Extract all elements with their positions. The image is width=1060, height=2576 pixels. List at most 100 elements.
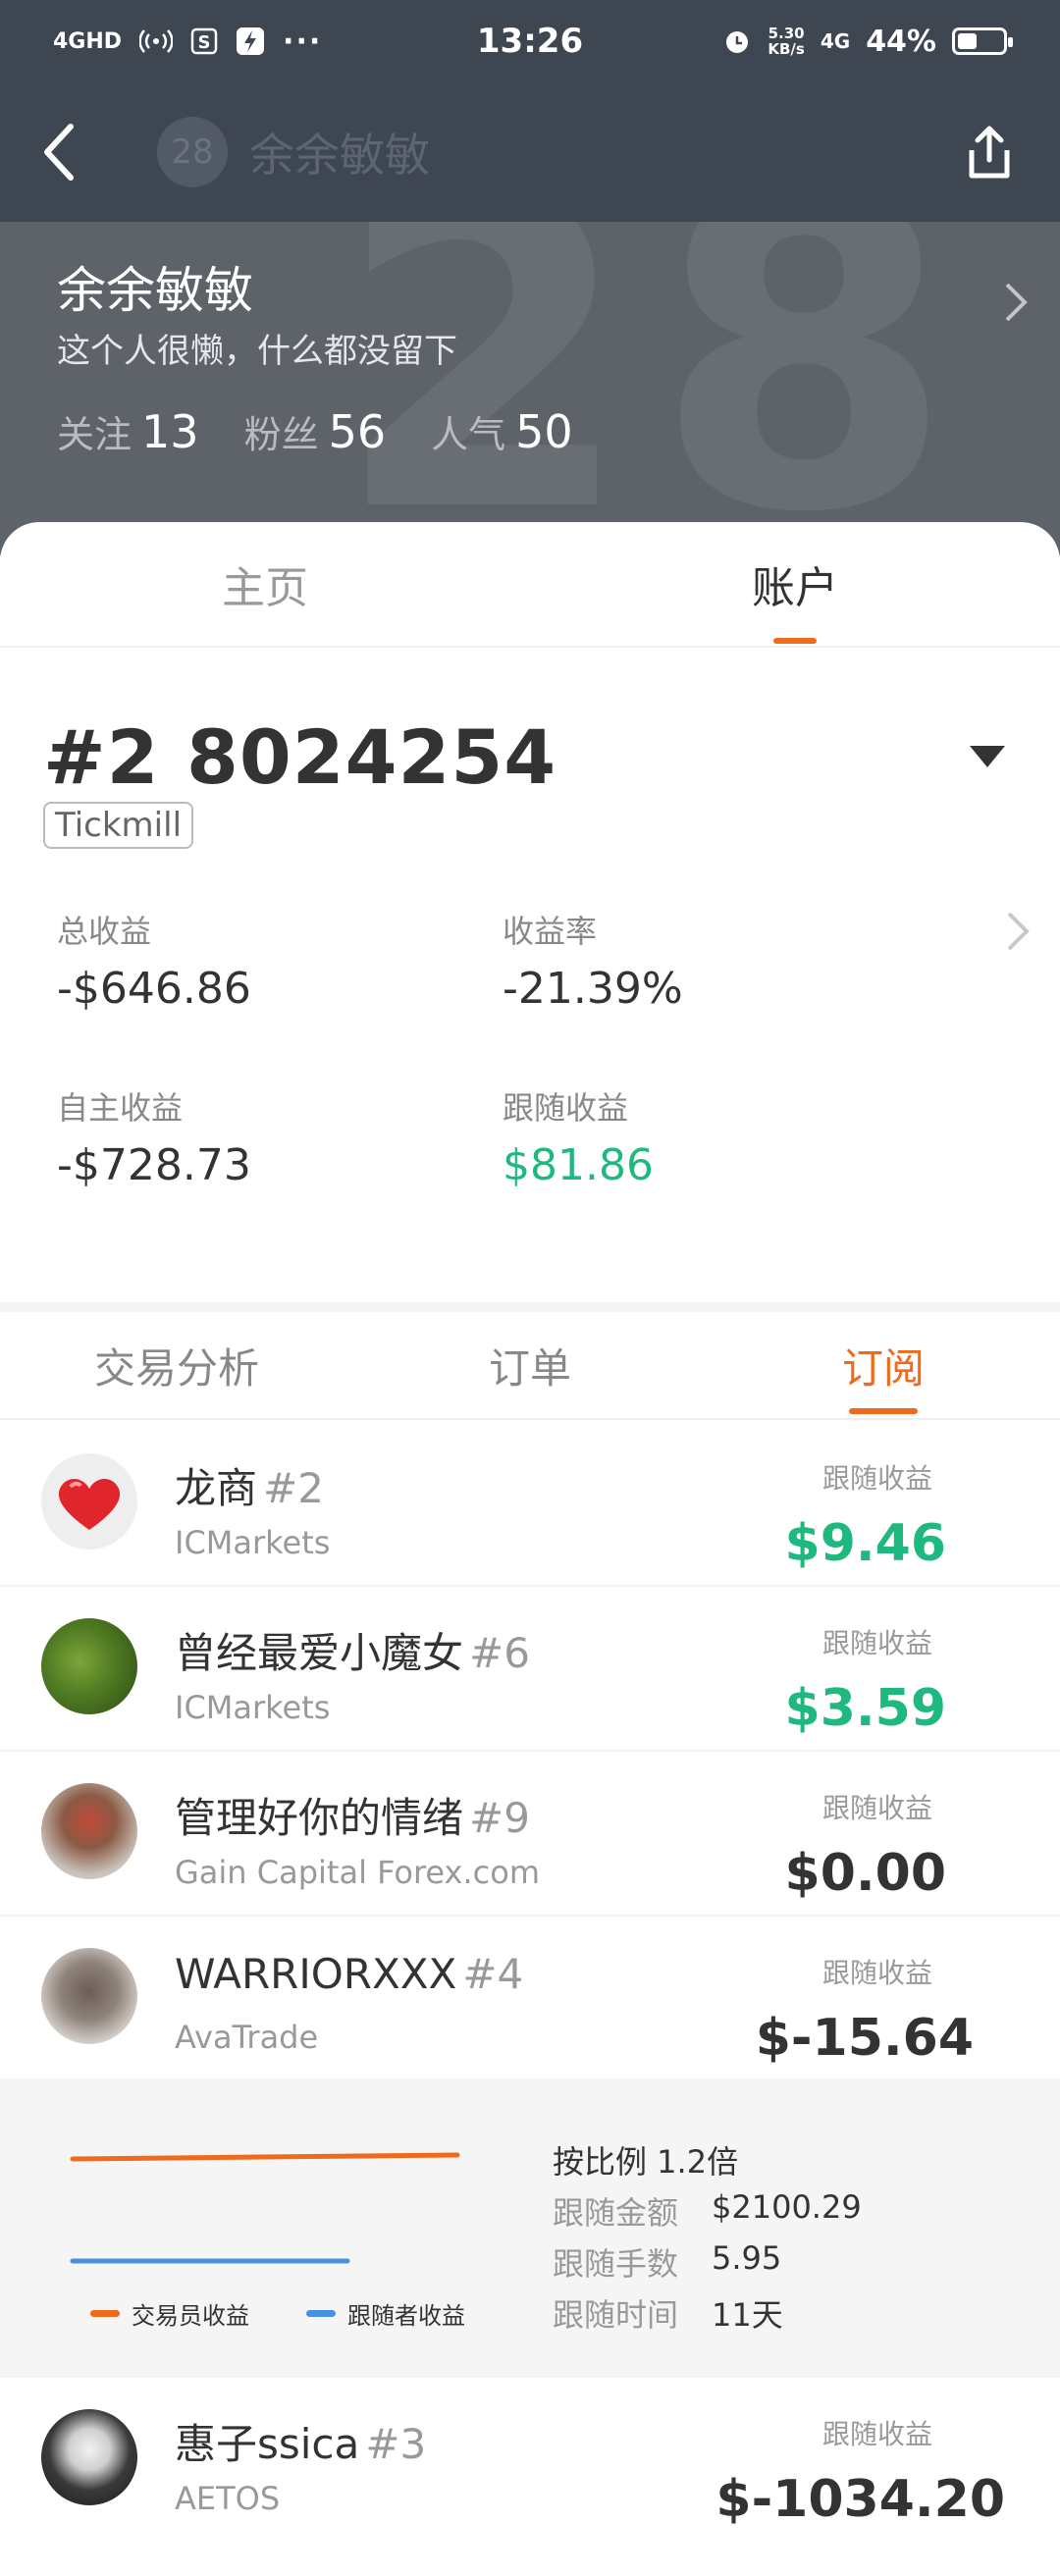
self-profit-label: 自主收益: [57, 1089, 184, 1127]
broker-tag: Tickmill: [43, 802, 194, 849]
profile-watermark: 28: [334, 222, 975, 555]
follow-profit-label: 跟随收益: [822, 2418, 932, 2450]
subscriptions-section: 交易分析 订单 订阅 龙商 #2 ICMarkets 跟随收益 $9.46 曾经最…: [0, 1312, 1060, 2576]
trader-broker: ICMarkets: [175, 1524, 331, 1561]
follow-ratio: 按比例 1.2倍: [553, 2143, 739, 2181]
profile-stats: 关注 13 粉丝 56 人气 50: [57, 404, 573, 458]
trader-avatar: [41, 1948, 137, 2044]
follow-amount-label: 跟随金额: [553, 2194, 679, 2232]
tab-trade-analysis[interactable]: 交易分析: [0, 1312, 353, 1418]
follow-profit-value: $0.00: [784, 1844, 946, 1903]
profit-comparison-chart: [70, 2152, 460, 2264]
follow-profit-label: 跟随收益: [822, 1957, 932, 1989]
stat-popularity-count: 50: [515, 405, 573, 458]
subscription-detail: 交易员收益 跟随者收益 按比例 1.2倍 跟随金额 $2100.29 跟随手数 …: [0, 2078, 1060, 2378]
share-button[interactable]: [958, 113, 1021, 191]
account-number: #2 8024254: [43, 713, 557, 801]
network-speed-value: 5.30: [768, 25, 805, 42]
trader-name-text: 曾经最爱小魔女: [175, 1629, 464, 1677]
hotspot-icon: [139, 29, 174, 53]
battery-icon: [952, 27, 1013, 55]
subscription-row[interactable]: 管理好你的情绪 #9 Gain Capital Forex.com 跟随收益 $0…: [0, 1752, 1060, 1917]
tab-home[interactable]: 主页: [0, 522, 530, 646]
legend-trader-label: 交易员收益: [132, 2302, 249, 2330]
subscription-row[interactable]: 龙商 #2 ICMarkets 跟随收益 $9.46: [0, 1422, 1060, 1587]
follow-profit-value: $3.59: [784, 1679, 946, 1738]
follow-profit-label: 跟随收益: [822, 1462, 932, 1495]
heart-icon: [58, 1478, 121, 1530]
trader-profit-line: [70, 2152, 460, 2162]
trader-rank: #9: [469, 1794, 530, 1842]
status-right-icons: 5.30 KB/s 4G 44%: [722, 24, 1013, 59]
trader-rank: #4: [462, 1950, 524, 1998]
profile-name: 余余敏敏: [57, 262, 253, 319]
follow-profit-value: $-1034.20: [716, 2470, 1005, 2529]
tab-orders[interactable]: 订单: [353, 1312, 707, 1418]
stat-popularity: 人气 50: [431, 404, 573, 458]
app-notification-icon: S: [190, 27, 218, 55]
section-divider: [0, 1302, 1060, 1312]
trader-rank: #2: [263, 1464, 324, 1512]
trader-avatar: [41, 2409, 137, 2505]
trader-avatar: [41, 1783, 137, 1879]
legend-trader: 交易员收益: [90, 2296, 249, 2331]
subscription-row[interactable]: WARRIORXXX #4 AvaTrade 跟随收益 $-15.64: [0, 1917, 1060, 2081]
follow-lots-value: 5.95: [712, 2239, 782, 2277]
legend-follower-label: 跟随者收益: [347, 2302, 465, 2330]
battery-percent: 44%: [866, 24, 936, 59]
trader-name: 曾经最爱小魔女 #6: [175, 1620, 530, 1680]
trader-name-text: WARRIORXXX: [175, 1950, 457, 1998]
flash-app-icon: [237, 27, 265, 55]
mobile-data-icon: 4G: [820, 29, 851, 53]
account-card: 主页 账户 #2 8024254 Tickmill 总收益 -$646.86 收…: [0, 522, 1060, 1302]
subscription-row[interactable]: 曾经最爱小魔女 #6 ICMarkets 跟随收益 $3.59: [0, 1587, 1060, 1752]
follow-time-label: 跟随时间: [553, 2296, 679, 2334]
trader-broker: AvaTrade: [175, 2019, 319, 2056]
stat-follow[interactable]: 关注 13: [57, 404, 199, 458]
account-dropdown-icon[interactable]: [970, 746, 1005, 767]
follow-profit-value: $-15.64: [755, 2009, 974, 2068]
trader-rank: #3: [365, 2420, 427, 2468]
status-bar: 4GHD S ··· 13:26 5.30 KB/s 4G 44%: [0, 0, 1060, 82]
header-title: 余余敏敏: [249, 129, 430, 182]
network-speed-unit: KB/s: [768, 40, 805, 58]
follow-profit-label: 跟随收益: [822, 1627, 932, 1659]
sub-tabs: 交易分析 订单 订阅: [0, 1312, 1060, 1420]
main-tabs: 主页 账户: [0, 522, 1060, 648]
network-speed: 5.30 KB/s: [768, 26, 804, 57]
legend-follower-swatch: [306, 2310, 336, 2317]
trader-name: 惠子ssica #3: [175, 2411, 426, 2471]
trader-name-text: 管理好你的情绪: [175, 1794, 464, 1842]
svg-text:S: S: [198, 32, 211, 53]
more-notifications-icon: ···: [283, 24, 323, 59]
stat-follow-count: 13: [141, 405, 199, 458]
share-icon: [969, 126, 1010, 179]
follow-lots-label: 跟随手数: [553, 2245, 679, 2283]
subscription-row[interactable]: 惠子ssica #3 AETOS 跟随收益 $-1034.20: [0, 2378, 1060, 2576]
follow-profit-label: 跟随收益: [822, 1792, 932, 1824]
total-profit-label: 总收益: [57, 913, 152, 950]
self-profit-value: -$728.73: [57, 1140, 251, 1190]
profile-bio: 这个人很懒，什么都没留下: [57, 332, 457, 371]
trader-avatar: [41, 1453, 137, 1550]
alarm-icon: [726, 31, 749, 53]
back-button[interactable]: [39, 113, 98, 191]
stat-fans-label: 粉丝: [243, 413, 319, 456]
tab-account[interactable]: 账户: [530, 522, 1060, 646]
tab-subscriptions[interactable]: 订阅: [707, 1312, 1060, 1418]
follow-amount-value: $2100.29: [712, 2188, 862, 2226]
total-profit-value: -$646.86: [57, 964, 251, 1014]
back-arrow-icon: [44, 124, 74, 181]
follow-profit-value: $81.86: [503, 1140, 654, 1190]
stat-fans-count: 56: [328, 405, 387, 458]
profile-header[interactable]: 28 余余敏敏 这个人很懒，什么都没留下 关注 13 粉丝 56 人气 50: [0, 222, 1060, 555]
trader-name-text: 惠子ssica: [175, 2420, 360, 2468]
legend-follower: 跟随者收益: [306, 2296, 465, 2331]
signal-icon: 4GHD: [53, 28, 123, 54]
trader-broker: AETOS: [175, 2480, 281, 2517]
trader-avatar: [41, 1618, 137, 1714]
stat-fans[interactable]: 粉丝 56: [244, 404, 387, 458]
trader-rank: #6: [469, 1629, 530, 1677]
follow-profit-label: 跟随收益: [503, 1089, 629, 1127]
metrics-chevron-icon[interactable]: [1005, 910, 1031, 953]
